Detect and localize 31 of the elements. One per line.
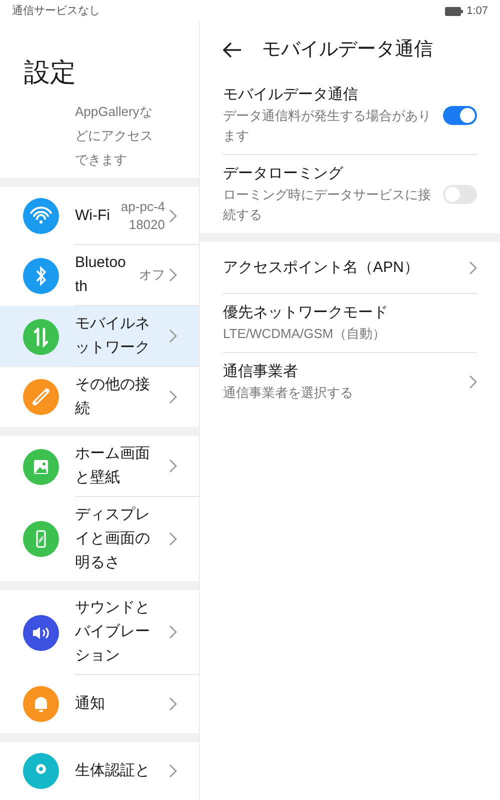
row-subtitle: ローミング時にデータサービスに接続する [223, 186, 432, 224]
page-title: 設定 [23, 56, 77, 90]
status-text: 通信サービスなし [12, 4, 100, 19]
settings-row[interactable]: モバイルデータ通信 データ通信料が発生する場合があります [223, 76, 477, 155]
settings-row[interactable]: データローミング ローミング時にデータサービスに接続する [223, 155, 477, 233]
row-title: 通信事業者 [223, 362, 299, 382]
row-title: アクセスポイント名（APN） [223, 258, 420, 278]
item-label: Bluetooth [75, 253, 127, 297]
row-title: データローミング [223, 164, 344, 184]
row-title: モバイルデータ通信 [223, 85, 359, 105]
row-subtitle: データ通信料が発生する場合があります [223, 107, 432, 145]
page-title: モバイルデータ通信 [262, 38, 433, 62]
item-label: Wi-Fi [75, 206, 110, 226]
item-label: 通知 [75, 694, 105, 714]
item-label: ディスプレイと画面の明るさ [75, 505, 151, 573]
settings-row[interactable]: アクセスポイント名（APN） [223, 242, 477, 294]
row-subtitle: 通信事業者を選択する [223, 384, 354, 402]
settings-item[interactable]: モバイルネットワーク [0, 306, 199, 367]
row-subtitle: LTE/WCDMA/GSM（自動） [223, 325, 386, 343]
settings-row[interactable]: 優先ネットワークモード LTE/WCDMA/GSM（自動） [223, 294, 477, 353]
item-value: ap-pc-418020 [120, 198, 165, 234]
item-label: その他の接続 [75, 375, 151, 419]
clock: 1:07 [466, 4, 488, 19]
item-label: 生体認証と [75, 761, 150, 781]
item-label: ホーム画面と壁紙 [75, 444, 151, 488]
item-label: サウンドとバイブレーション [75, 598, 151, 666]
row-title: 優先ネットワークモード [223, 303, 389, 323]
description-text: AppGalleryなどにアクセスできます [74, 103, 154, 170]
item-label: モバイルネットワーク [75, 314, 151, 358]
settings-row[interactable]: 通信事業者 通信事業者を選択する [223, 353, 477, 411]
item-value: オフ [138, 266, 165, 284]
